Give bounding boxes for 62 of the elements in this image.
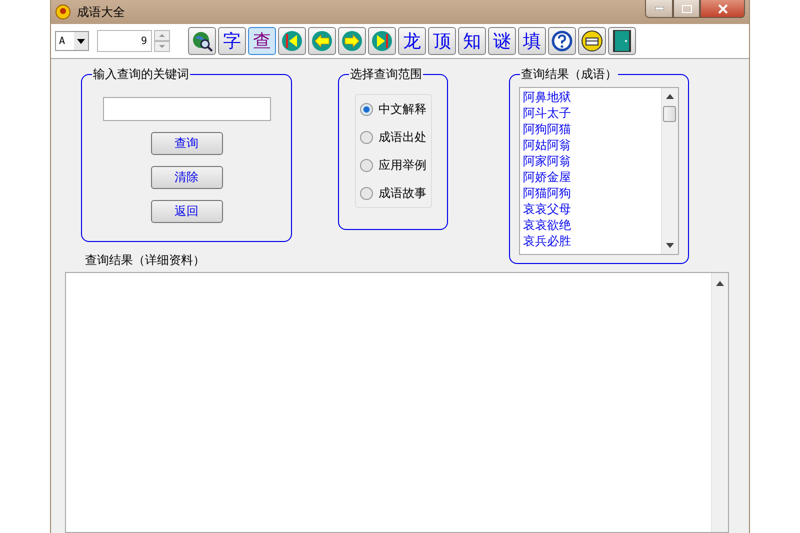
- close-button[interactable]: [700, 0, 745, 18]
- skip-start-icon: [281, 30, 303, 52]
- option-label: 中文解释: [378, 101, 426, 118]
- group-title: 查询结果（成语）: [520, 67, 618, 81]
- radio-button[interactable]: [360, 130, 372, 144]
- scope-radio-option[interactable]: 中文解释: [360, 99, 426, 119]
- scroll-up-icon[interactable]: [666, 94, 674, 99]
- spinner-arrows-icon: [154, 30, 170, 52]
- radio-button[interactable]: [360, 158, 372, 172]
- keyword-input-field[interactable]: [102, 97, 270, 121]
- idiom-list-item[interactable]: 阿鼻地狱: [523, 89, 658, 105]
- idiom-list-item[interactable]: 阿狗阿猫: [523, 121, 658, 137]
- action-button[interactable]: 清除: [150, 166, 222, 189]
- scroll-up-icon[interactable]: [716, 281, 724, 286]
- idiom-list-item[interactable]: 阿斗太子: [523, 105, 658, 121]
- minimize-button[interactable]: [645, 0, 673, 18]
- action-button[interactable]: 返回: [150, 200, 222, 223]
- idiom-list-item[interactable]: 哀哀欲绝: [523, 217, 658, 233]
- toolbar-button[interactable]: 知: [458, 27, 486, 55]
- toolbar-button[interactable]: 字: [218, 27, 246, 55]
- idiom-list-item[interactable]: 阿家阿翁: [523, 153, 658, 169]
- toolbar-button[interactable]: 填: [518, 27, 546, 55]
- window-title: 成语大全: [77, 4, 125, 20]
- maximize-icon: [682, 4, 692, 12]
- idiom-list-item[interactable]: 哀兵必胜: [523, 233, 658, 249]
- toolbar-button[interactable]: [608, 27, 636, 55]
- toolbar-button[interactable]: [188, 27, 216, 55]
- scope-radio-option[interactable]: 应用举例: [360, 155, 426, 175]
- scroll-down-icon[interactable]: [666, 243, 674, 248]
- globe-icon: [191, 30, 213, 52]
- idiom-list-item[interactable]: 阿娇金屋: [523, 169, 658, 185]
- toolbar-button[interactable]: 龙: [398, 27, 426, 55]
- close-icon: [718, 4, 728, 14]
- idiom-list-item[interactable]: 阿姑阿翁: [523, 137, 658, 153]
- option-label: 应用举例: [378, 157, 426, 174]
- door-icon: [611, 29, 633, 53]
- scope-radio-option[interactable]: 成语故事: [360, 183, 426, 203]
- action-button[interactable]: 查询: [150, 132, 222, 155]
- toolbar-button[interactable]: 查: [248, 27, 276, 55]
- size-spinner[interactable]: 9: [97, 30, 152, 52]
- option-label: 成语出处: [378, 129, 426, 146]
- toolbar-button[interactable]: 顶: [428, 27, 456, 55]
- group-title: 输入查询的关键词: [92, 67, 190, 81]
- detail-label: 查询结果（详细资料）: [85, 252, 205, 268]
- app-logo-icon: [55, 4, 71, 20]
- minimize-icon: [654, 7, 664, 10]
- idiom-list-item[interactable]: 哀哀父母: [523, 201, 658, 217]
- group-title: 选择查询范围: [349, 67, 423, 81]
- radio-button[interactable]: [360, 186, 372, 200]
- toolbar-button[interactable]: [578, 27, 606, 55]
- maximize-button[interactable]: [673, 0, 700, 18]
- scroll-thumb[interactable]: [663, 106, 676, 122]
- option-label: 成语故事: [378, 185, 426, 202]
- scope-radio-option[interactable]: 成语出处: [360, 127, 426, 147]
- radio-button[interactable]: [360, 102, 372, 116]
- idiom-list-item[interactable]: 阿猫阿狗: [523, 185, 658, 201]
- toolbar-button[interactable]: [548, 27, 576, 55]
- toolbar-button[interactable]: 谜: [488, 27, 516, 55]
- font-dropdown[interactable]: A: [55, 31, 89, 51]
- skip-end-icon: [371, 30, 393, 52]
- help-icon: [551, 30, 573, 52]
- printer-icon: [581, 30, 603, 52]
